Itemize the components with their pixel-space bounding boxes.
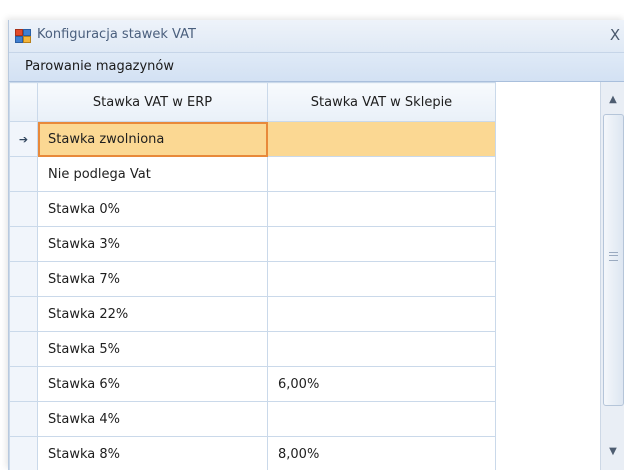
- menu-item-parowanie-magazynow[interactable]: Parowanie magazynów: [25, 59, 174, 74]
- table-row[interactable]: ➔ Stawka zwolniona: [9, 121, 496, 157]
- row-indicator[interactable]: [9, 296, 38, 332]
- table-row[interactable]: Stawka 22%: [9, 296, 496, 332]
- cell-shop-rate[interactable]: 6,00%: [267, 366, 496, 402]
- window-title: Konfiguracja stawek VAT: [37, 27, 196, 42]
- vat-config-window: Konfiguracja stawek VAT X Parowanie maga…: [8, 20, 624, 470]
- cell-shop-rate[interactable]: [267, 296, 496, 332]
- table-row[interactable]: Stawka 7%: [9, 261, 496, 297]
- table-row[interactable]: Stawka 6% 6,00%: [9, 366, 496, 402]
- cell-shop-rate[interactable]: [267, 261, 496, 297]
- column-header-shop[interactable]: Stawka VAT w Sklepie: [267, 82, 496, 122]
- scroll-thumb[interactable]: [603, 114, 624, 406]
- cell-erp-rate[interactable]: Stawka 6%: [37, 366, 268, 402]
- cell-erp-rate[interactable]: Stawka 8%: [37, 436, 268, 470]
- vat-rate-table: Stawka VAT w ERP Stawka VAT w Sklepie ➔ S…: [9, 82, 496, 470]
- row-indicator[interactable]: [9, 366, 38, 402]
- row-indicator[interactable]: [9, 261, 38, 297]
- cell-shop-rate[interactable]: [267, 156, 496, 192]
- row-indicator[interactable]: [9, 401, 38, 437]
- cell-shop-rate[interactable]: [267, 331, 496, 367]
- cell-erp-rate[interactable]: Stawka 0%: [37, 191, 268, 227]
- row-indicator[interactable]: [9, 191, 38, 227]
- table-row[interactable]: Stawka 8% 8,00%: [9, 436, 496, 470]
- vat-rate-grid: Stawka VAT w ERP Stawka VAT w Sklepie ➔ S…: [9, 82, 599, 470]
- cell-shop-rate[interactable]: [267, 191, 496, 227]
- table-row[interactable]: Stawka 0%: [9, 191, 496, 227]
- table-row[interactable]: Stawka 4%: [9, 401, 496, 437]
- scroll-up-arrow-icon[interactable]: ▲: [605, 92, 621, 108]
- cell-erp-rate[interactable]: Stawka zwolniona: [37, 121, 268, 157]
- cell-shop-rate[interactable]: [267, 226, 496, 262]
- cell-erp-rate[interactable]: Stawka 22%: [37, 296, 268, 332]
- cell-shop-rate[interactable]: [267, 401, 496, 437]
- vertical-scrollbar[interactable]: ▲ ▼: [600, 82, 624, 470]
- table-row[interactable]: Stawka 3%: [9, 226, 496, 262]
- row-indicator[interactable]: [9, 156, 38, 192]
- page: Konfiguracja stawek VAT X Parowanie maga…: [0, 0, 624, 470]
- cell-erp-rate[interactable]: Nie podlega Vat: [37, 156, 268, 192]
- header-row: Stawka VAT w ERP Stawka VAT w Sklepie: [9, 82, 496, 122]
- column-header-erp[interactable]: Stawka VAT w ERP: [37, 82, 268, 122]
- table-row[interactable]: Stawka 5%: [9, 331, 496, 367]
- menu-bar: Parowanie magazynów: [9, 53, 624, 82]
- row-indicator[interactable]: ➔: [9, 121, 38, 157]
- grip-icon: [609, 252, 618, 261]
- header-corner: [9, 82, 38, 122]
- row-indicator[interactable]: [9, 226, 38, 262]
- row-indicator[interactable]: [9, 436, 38, 470]
- cell-erp-rate[interactable]: Stawka 3%: [37, 226, 268, 262]
- scroll-down-arrow-icon[interactable]: ▼: [605, 444, 621, 460]
- row-indicator[interactable]: [9, 331, 38, 367]
- cell-erp-rate[interactable]: Stawka 4%: [37, 401, 268, 437]
- cell-shop-rate[interactable]: [267, 121, 496, 157]
- close-button[interactable]: X: [605, 23, 624, 47]
- table-row[interactable]: Nie podlega Vat: [9, 156, 496, 192]
- cell-erp-rate[interactable]: Stawka 7%: [37, 261, 268, 297]
- cell-erp-rate[interactable]: Stawka 5%: [37, 331, 268, 367]
- grid-table-icon: [15, 29, 31, 43]
- cell-shop-rate[interactable]: 8,00%: [267, 436, 496, 470]
- current-row-arrow-icon: ➔: [18, 132, 29, 146]
- title-bar[interactable]: Konfiguracja stawek VAT X: [9, 20, 624, 53]
